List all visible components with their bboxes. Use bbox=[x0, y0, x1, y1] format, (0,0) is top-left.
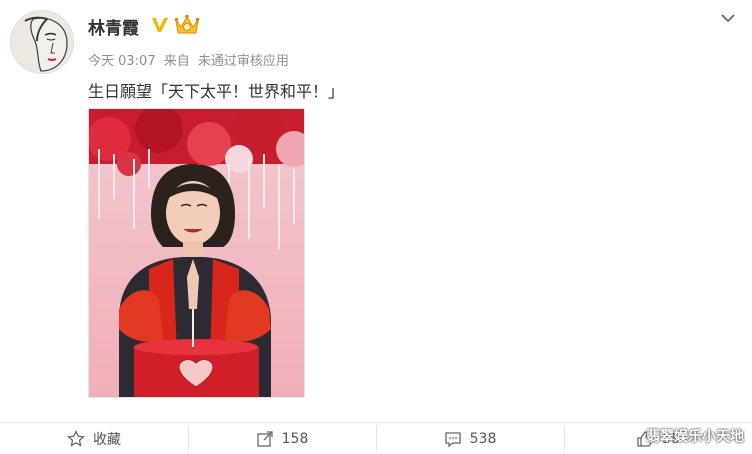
post-time[interactable]: 今天 03:07 bbox=[88, 54, 156, 69]
repost-count: 158 bbox=[281, 430, 309, 447]
favorite-label: 收藏 bbox=[93, 431, 121, 448]
post-source[interactable]: 未通过审核应用 bbox=[198, 54, 289, 69]
comment-count: 538 bbox=[469, 430, 497, 447]
crown-icon[interactable] bbox=[174, 14, 200, 36]
source-prefix: 来自 bbox=[163, 54, 190, 69]
chevron-down-icon[interactable] bbox=[718, 10, 738, 26]
watermark: 翡翠娱乐小天地 bbox=[646, 429, 744, 445]
favorite-button[interactable]: 收藏 bbox=[0, 423, 188, 454]
action-bar: 收藏 158 538 58 bbox=[0, 422, 752, 454]
verified-v-icon bbox=[150, 15, 170, 35]
star-icon bbox=[67, 429, 85, 447]
comment-icon bbox=[444, 431, 461, 447]
post-meta: 今天 03:07 来自 未通过审核应用 bbox=[88, 50, 293, 69]
avatar[interactable] bbox=[10, 10, 74, 74]
repost-button[interactable]: 158 bbox=[188, 423, 376, 454]
username[interactable]: 林青霞 bbox=[88, 14, 139, 39]
comment-button[interactable]: 538 bbox=[376, 423, 564, 454]
post-text: 生日願望「天下太平！世界和平！」 bbox=[88, 82, 345, 101]
post-photo[interactable] bbox=[88, 108, 305, 398]
share-icon bbox=[256, 430, 273, 447]
